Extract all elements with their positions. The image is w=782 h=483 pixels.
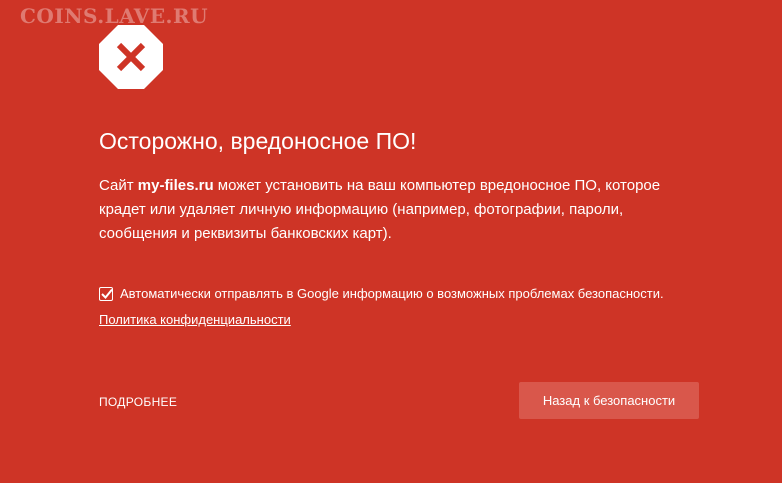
report-option: Автоматически отправлять в Google информ…: [99, 286, 664, 301]
report-checkbox[interactable]: [99, 286, 113, 301]
warning-description: Сайт my-files.ru может установить на ваш…: [99, 174, 699, 246]
malware-stop-icon: [98, 24, 164, 90]
checkmark-icon: [101, 288, 113, 299]
description-prefix: Сайт: [99, 177, 138, 194]
back-to-safety-button[interactable]: Назад к безопасности: [519, 382, 699, 419]
page-title: Осторожно, вредоносное ПО!: [99, 128, 417, 154]
privacy-policy-link[interactable]: Политика конфиденциальности: [99, 312, 291, 327]
details-button[interactable]: ПОДРОБНЕЕ: [99, 395, 177, 409]
site-name: my-files.ru: [137, 177, 214, 194]
report-checkbox-label[interactable]: Автоматически отправлять в Google информ…: [120, 286, 664, 301]
